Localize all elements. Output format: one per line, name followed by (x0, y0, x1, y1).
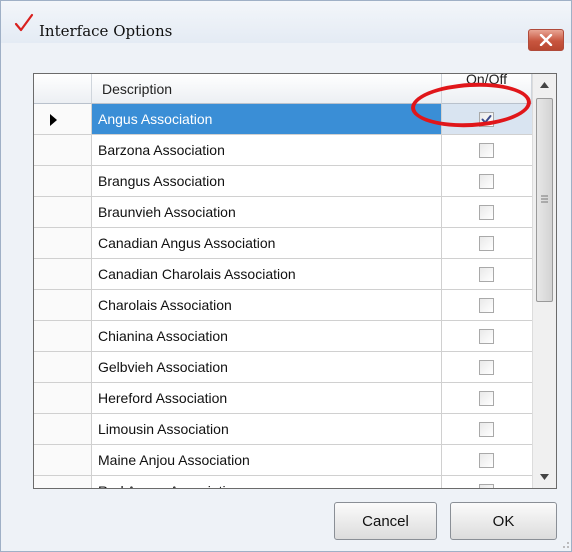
cancel-button[interactable]: Cancel (334, 502, 437, 540)
onoff-cell (442, 197, 532, 228)
row-header[interactable] (34, 383, 92, 414)
title-bar: Interface Options (1, 1, 571, 51)
onoff-checkbox[interactable] (479, 267, 494, 282)
description-cell[interactable]: Canadian Angus Association (92, 228, 442, 259)
description-cell[interactable]: Gelbvieh Association (92, 352, 442, 383)
onoff-cell (442, 259, 532, 290)
table-row[interactable]: Charolais Association (34, 290, 532, 321)
interface-options-dialog: Interface Options Description On/Off Ang… (0, 0, 572, 552)
onoff-checkbox[interactable] (479, 236, 494, 251)
row-header[interactable] (34, 445, 92, 476)
onoff-cell (442, 228, 532, 259)
description-cell[interactable]: Limousin Association (92, 414, 442, 445)
scroll-grip-icon (541, 195, 548, 203)
scroll-up-button[interactable] (533, 74, 556, 96)
scroll-down-button[interactable] (533, 466, 556, 488)
row-header[interactable] (34, 352, 92, 383)
onoff-cell (442, 476, 532, 488)
association-grid[interactable]: Description On/Off Angus Association Barz… (33, 73, 557, 489)
ok-button[interactable]: OK (450, 502, 557, 540)
row-header-corner (34, 74, 92, 104)
row-header[interactable] (34, 259, 92, 290)
onoff-checkbox[interactable] (479, 298, 494, 313)
row-header[interactable] (34, 476, 92, 488)
description-cell[interactable]: Barzona Association (92, 135, 442, 166)
onoff-checkbox[interactable] (479, 174, 494, 189)
onoff-checkbox[interactable] (479, 143, 494, 158)
red-check-icon (14, 13, 34, 32)
onoff-cell (442, 445, 532, 476)
table-row[interactable]: Chianina Association (34, 321, 532, 352)
onoff-checkbox[interactable] (479, 329, 494, 344)
onoff-cell (442, 414, 532, 445)
row-header[interactable] (34, 197, 92, 228)
onoff-cell (442, 383, 532, 414)
close-button[interactable] (528, 29, 564, 51)
onoff-cell (442, 321, 532, 352)
row-header[interactable] (34, 228, 92, 259)
dialog-title: Interface Options (39, 22, 173, 40)
description-cell[interactable]: Maine Anjou Association (92, 445, 442, 476)
onoff-cell (442, 290, 532, 321)
table-row[interactable]: Canadian Angus Association (34, 228, 532, 259)
description-cell[interactable]: Charolais Association (92, 290, 442, 321)
description-cell[interactable]: Angus Association (92, 104, 442, 135)
row-header[interactable] (34, 321, 92, 352)
resize-grip-icon[interactable] (558, 537, 570, 549)
table-row[interactable]: Barzona Association (34, 135, 532, 166)
onoff-checkbox[interactable] (479, 484, 494, 488)
table-row[interactable]: Maine Anjou Association (34, 445, 532, 476)
description-cell[interactable]: Braunvieh Association (92, 197, 442, 228)
description-cell[interactable]: Red Angus Association (92, 476, 442, 488)
row-header[interactable] (34, 135, 92, 166)
table-row[interactable]: Brangus Association (34, 166, 532, 197)
table-row[interactable]: Red Angus Association (34, 476, 532, 488)
onoff-checkbox[interactable] (479, 453, 494, 468)
table-row[interactable]: Braunvieh Association (34, 197, 532, 228)
onoff-checkbox[interactable] (479, 422, 494, 437)
onoff-checkbox[interactable] (479, 391, 494, 406)
row-header[interactable] (34, 290, 92, 321)
scroll-down-arrow-icon (540, 474, 549, 480)
onoff-cell (442, 352, 532, 383)
column-header-description[interactable]: Description (92, 74, 442, 104)
row-header[interactable] (34, 166, 92, 197)
description-cell[interactable]: Brangus Association (92, 166, 442, 197)
table-row[interactable]: Hereford Association (34, 383, 532, 414)
table-row[interactable]: Canadian Charolais Association (34, 259, 532, 290)
scroll-thumb[interactable] (536, 98, 553, 302)
onoff-checkbox[interactable] (479, 360, 494, 375)
row-header[interactable] (34, 104, 92, 135)
scroll-up-arrow-icon (540, 82, 549, 88)
table-row[interactable]: Limousin Association (34, 414, 532, 445)
description-cell[interactable]: Chianina Association (92, 321, 442, 352)
description-cell[interactable]: Hereford Association (92, 383, 442, 414)
onoff-cell (442, 166, 532, 197)
row-header[interactable] (34, 414, 92, 445)
current-row-arrow-icon (50, 114, 57, 126)
vertical-scrollbar[interactable] (532, 74, 556, 488)
onoff-cell (442, 135, 532, 166)
description-cell[interactable]: Canadian Charolais Association (92, 259, 442, 290)
close-icon (539, 34, 553, 46)
onoff-checkbox[interactable] (479, 205, 494, 220)
table-row[interactable]: Gelbvieh Association (34, 352, 532, 383)
